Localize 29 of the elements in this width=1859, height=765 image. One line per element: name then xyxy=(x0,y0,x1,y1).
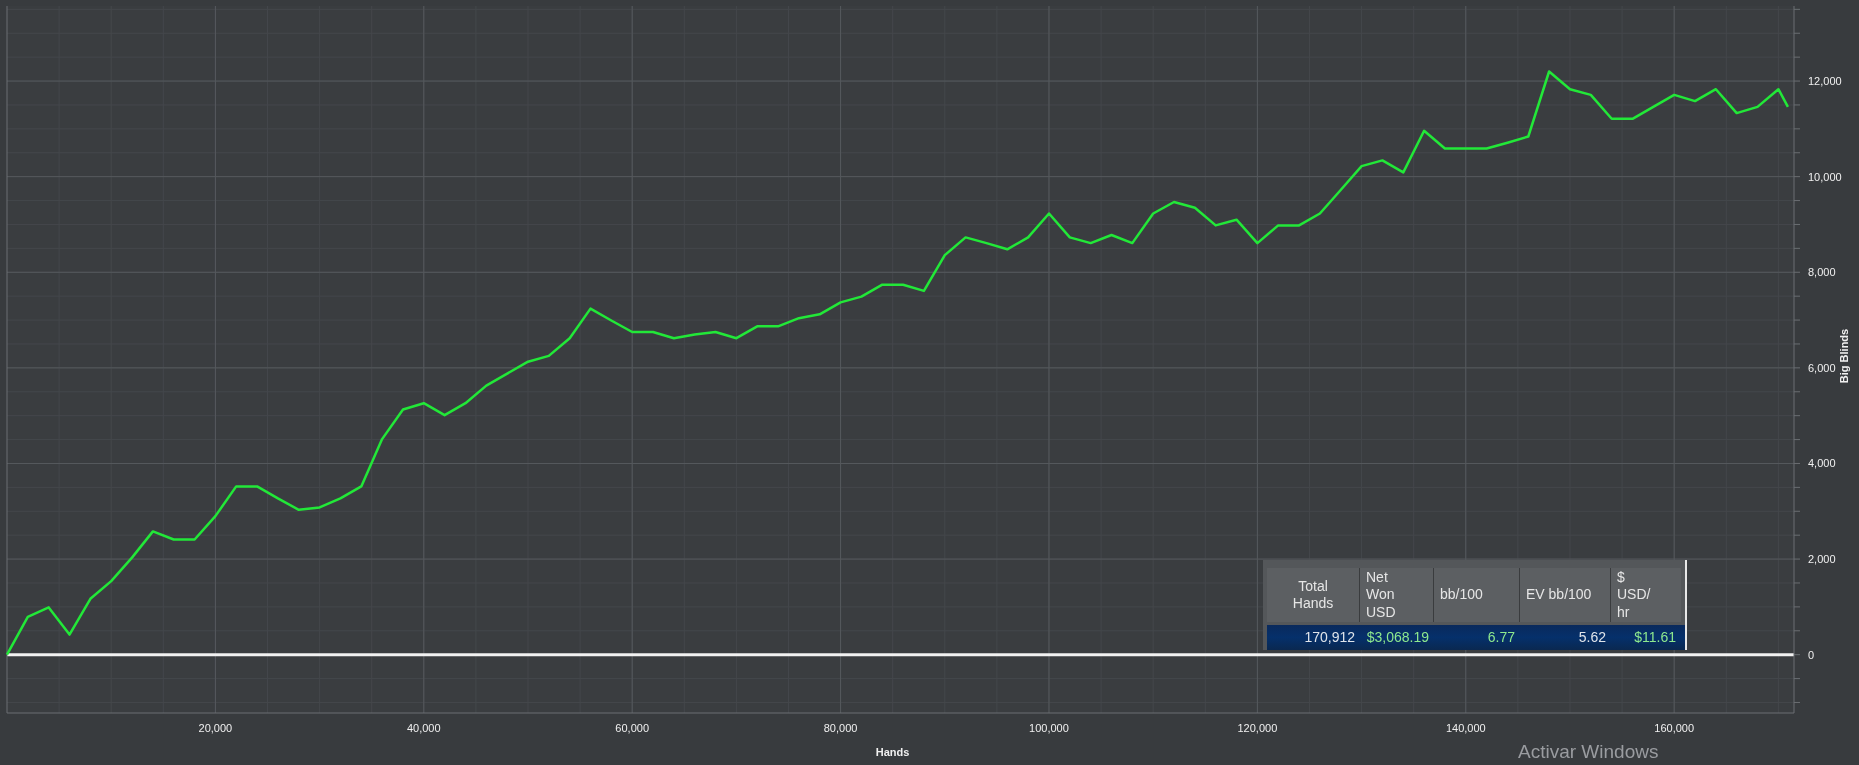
column-header[interactable]: $ USD/ hr xyxy=(1611,568,1681,622)
y-tick-label: 4,000 xyxy=(1808,457,1836,470)
y-axis-title: Big Blinds xyxy=(1838,328,1850,384)
y-tick-label: 6,000 xyxy=(1808,361,1836,374)
column-header[interactable]: Total Hands xyxy=(1267,568,1360,622)
x-tick-label: 40,000 xyxy=(406,722,441,734)
x-tick-label: 100,000 xyxy=(1029,722,1069,734)
stat-value: 5.62 xyxy=(1577,628,1607,647)
column-header[interactable]: bb/100 xyxy=(1434,568,1520,622)
stat-value: 170,912 xyxy=(1303,628,1356,647)
y-tick-label: 8,000 xyxy=(1808,266,1836,279)
column-header[interactable]: EV bb/100 xyxy=(1520,568,1611,622)
x-tick-label: 120,000 xyxy=(1237,722,1278,734)
x-axis-title: Hands xyxy=(875,746,910,758)
column-header[interactable]: Net Won USD xyxy=(1360,568,1434,622)
y-tick-label: 0 xyxy=(1808,648,1815,661)
x-tick-label: 20,000 xyxy=(198,722,233,734)
y-tick-label: 2,000 xyxy=(1808,553,1836,566)
stat-value: $3,068.19 xyxy=(1365,628,1430,647)
stat-value: 6.77 xyxy=(1486,628,1516,647)
x-tick-label: 160,000 xyxy=(1654,722,1695,734)
stats-row[interactable]: 170,912 $3,068.19 6.77 5.62 $11.61 xyxy=(1267,625,1685,650)
y-tick-label: 10,000 xyxy=(1808,170,1842,183)
activation-notice: Activar Windows xyxy=(1518,740,1659,764)
stat-value: $11.61 xyxy=(1633,628,1677,647)
x-tick-label: 140,000 xyxy=(1445,722,1486,734)
y-tick-label: 12,000 xyxy=(1808,75,1842,88)
x-tick-label: 80,000 xyxy=(823,722,858,734)
x-tick-label: 60,000 xyxy=(615,722,649,734)
